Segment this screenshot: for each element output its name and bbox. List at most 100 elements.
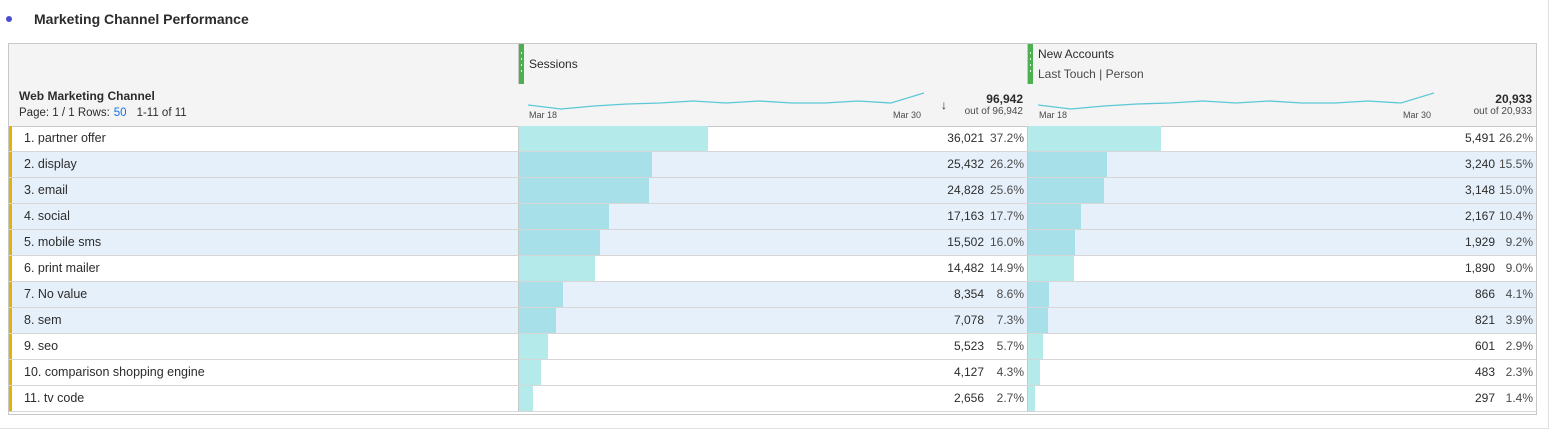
row-selection-marker <box>9 282 12 307</box>
attribution-model-label: Last Touch | Person <box>1038 67 1144 81</box>
sessions-percent: 26.2% <box>989 157 1024 171</box>
sessions-percent: 25.6% <box>989 183 1024 197</box>
sessions-cell[interactable]: 17,163 17.7% <box>518 204 1028 229</box>
new-accounts-bar <box>1028 126 1161 151</box>
dimension-title[interactable]: Web Marketing Channel <box>19 89 155 103</box>
new-accounts-percent: 9.0% <box>1505 261 1533 275</box>
table-row[interactable]: 11. tv code 2,656 2.7% 297 1.4% <box>9 386 1536 412</box>
new-accounts-sparkline-start-label: Mar 18 <box>1039 110 1068 120</box>
table-row[interactable]: 2. display 25,432 26.2% 3,240 15.5% <box>9 152 1536 178</box>
new-accounts-cell[interactable]: 821 3.9% <box>1027 308 1537 333</box>
table-row[interactable]: 3. email 24,828 25.6% 3,148 15.0% <box>9 178 1536 204</box>
sessions-sparkline <box>528 92 924 110</box>
table-row[interactable]: 1. partner offer 36,021 37.2% 5,491 26.2% <box>9 126 1536 152</box>
row-selection-marker <box>9 178 12 203</box>
rows-per-page-link[interactable]: 50 <box>114 107 127 119</box>
table-row[interactable]: 10. comparison shopping engine 4,127 4.3% 4… <box>9 360 1536 386</box>
sessions-bar <box>519 204 609 229</box>
new-accounts-bar <box>1028 386 1035 411</box>
sessions-cell[interactable]: 8,354 8.6% <box>518 282 1028 307</box>
sessions-percent: 17.7% <box>989 209 1024 223</box>
sessions-sparkline-end-label: Mar 30 <box>893 110 922 120</box>
sessions-cell[interactable]: 15,502 16.0% <box>518 230 1028 255</box>
sessions-cell[interactable]: 7,078 7.3% <box>518 308 1028 333</box>
new-accounts-cell[interactable]: 3,240 15.5% <box>1027 152 1537 177</box>
table-row[interactable]: 8. sem 7,078 7.3% 821 3.9% <box>9 308 1536 334</box>
table-body: 1. partner offer 36,021 37.2% 5,491 26.2% 2. … <box>9 126 1536 412</box>
panel-title[interactable]: Marketing Channel Performance <box>34 11 249 27</box>
sessions-cell[interactable]: 2,656 2.7% <box>518 386 1028 411</box>
new-accounts-cell[interactable]: 1,929 9.2% <box>1027 230 1537 255</box>
new-accounts-bar <box>1028 152 1107 177</box>
sessions-value: 15,502 <box>947 235 984 249</box>
row-selection-marker <box>9 360 12 385</box>
sessions-bar <box>519 126 708 151</box>
new-accounts-cell[interactable]: 601 2.9% <box>1027 334 1537 359</box>
sessions-value: 4,127 <box>953 365 984 379</box>
new-accounts-cell[interactable]: 866 4.1% <box>1027 282 1537 307</box>
new-accounts-value: 3,240 <box>1464 157 1495 171</box>
sessions-percent: 16.0% <box>989 235 1024 249</box>
sessions-value: 36,021 <box>947 131 984 145</box>
new-accounts-cell[interactable]: 1,890 9.0% <box>1027 256 1537 281</box>
new-accounts-value: 3,148 <box>1464 183 1495 197</box>
column-drag-handle-icon[interactable] <box>1028 44 1033 84</box>
column-drag-handle-icon[interactable] <box>519 44 524 84</box>
sessions-cell[interactable]: 25,432 26.2% <box>518 152 1028 177</box>
sessions-value: 8,354 <box>953 287 984 301</box>
row-label[interactable]: 1. partner offer <box>24 126 106 151</box>
sessions-bar <box>519 230 600 255</box>
sessions-cell[interactable]: 24,828 25.6% <box>518 178 1028 203</box>
sessions-total: 96,942 out of 96,942 <box>965 92 1023 117</box>
sort-descending-icon[interactable]: ↓ <box>941 98 947 112</box>
sessions-percent: 8.6% <box>996 287 1024 301</box>
new-accounts-total-out-of: out of 20,933 <box>1473 106 1532 117</box>
sessions-percent: 14.9% <box>989 261 1024 275</box>
new-accounts-cell[interactable]: 3,148 15.0% <box>1027 178 1537 203</box>
new-accounts-cell[interactable]: 5,491 26.2% <box>1027 126 1537 151</box>
sessions-cell[interactable]: 4,127 4.3% <box>518 360 1028 385</box>
row-label[interactable]: 3. email <box>24 178 68 203</box>
sessions-percent: 7.3% <box>996 313 1024 327</box>
panel-bullet-icon <box>6 16 12 22</box>
row-label[interactable]: 5. mobile sms <box>24 230 101 255</box>
sessions-percent: 2.7% <box>996 391 1024 405</box>
sessions-bar <box>519 360 541 385</box>
row-label[interactable]: 7. No value <box>24 282 87 307</box>
row-label[interactable]: 11. tv code <box>24 386 84 411</box>
table-row[interactable]: 7. No value 8,354 8.6% 866 4.1% <box>9 282 1536 308</box>
new-accounts-cell[interactable]: 2,167 10.4% <box>1027 204 1537 229</box>
new-accounts-percent: 2.3% <box>1505 365 1533 379</box>
sessions-cell[interactable]: 14,482 14.9% <box>518 256 1028 281</box>
row-label[interactable]: 2. display <box>24 152 77 177</box>
sessions-percent: 37.2% <box>989 131 1024 145</box>
new-accounts-percent: 15.0% <box>1498 183 1533 197</box>
new-accounts-value: 483 <box>1474 365 1495 379</box>
new-accounts-total: 20,933 out of 20,933 <box>1474 92 1532 117</box>
new-accounts-column-header[interactable]: New Accounts Last Touch | Person <box>1027 44 1537 84</box>
new-accounts-bar <box>1028 178 1104 203</box>
table-row[interactable]: 4. social 17,163 17.7% 2,167 10.4% <box>9 204 1536 230</box>
new-accounts-sparkline <box>1038 92 1434 110</box>
new-accounts-percent: 3.9% <box>1505 313 1533 327</box>
new-accounts-cell[interactable]: 483 2.3% <box>1027 360 1537 385</box>
row-label[interactable]: 4. social <box>24 204 70 229</box>
row-label[interactable]: 6. print mailer <box>24 256 100 281</box>
row-label[interactable]: 9. seo <box>24 334 58 359</box>
row-label[interactable]: 8. sem <box>24 308 62 333</box>
sessions-total-value: 96,942 <box>986 92 1023 106</box>
row-selection-marker <box>9 152 12 177</box>
table-row[interactable]: 9. seo 5,523 5.7% 601 2.9% <box>9 334 1536 360</box>
new-accounts-cell[interactable]: 297 1.4% <box>1027 386 1537 411</box>
new-accounts-total-value: 20,933 <box>1495 92 1532 106</box>
row-label[interactable]: 10. comparison shopping engine <box>24 360 205 385</box>
table-row[interactable]: 6. print mailer 14,482 14.9% 1,890 9.0% <box>9 256 1536 282</box>
sessions-cell[interactable]: 36,021 37.2% <box>518 126 1028 151</box>
sessions-cell[interactable]: 5,523 5.7% <box>518 334 1028 359</box>
sessions-total-out-of: out of 96,942 <box>964 106 1023 117</box>
sessions-value: 2,656 <box>953 391 984 405</box>
sessions-column-header[interactable]: Sessions <box>518 44 1028 84</box>
new-accounts-percent: 2.9% <box>1505 339 1533 353</box>
table-row[interactable]: 5. mobile sms 15,502 16.0% 1,929 9.2% <box>9 230 1536 256</box>
new-accounts-bar <box>1028 204 1081 229</box>
